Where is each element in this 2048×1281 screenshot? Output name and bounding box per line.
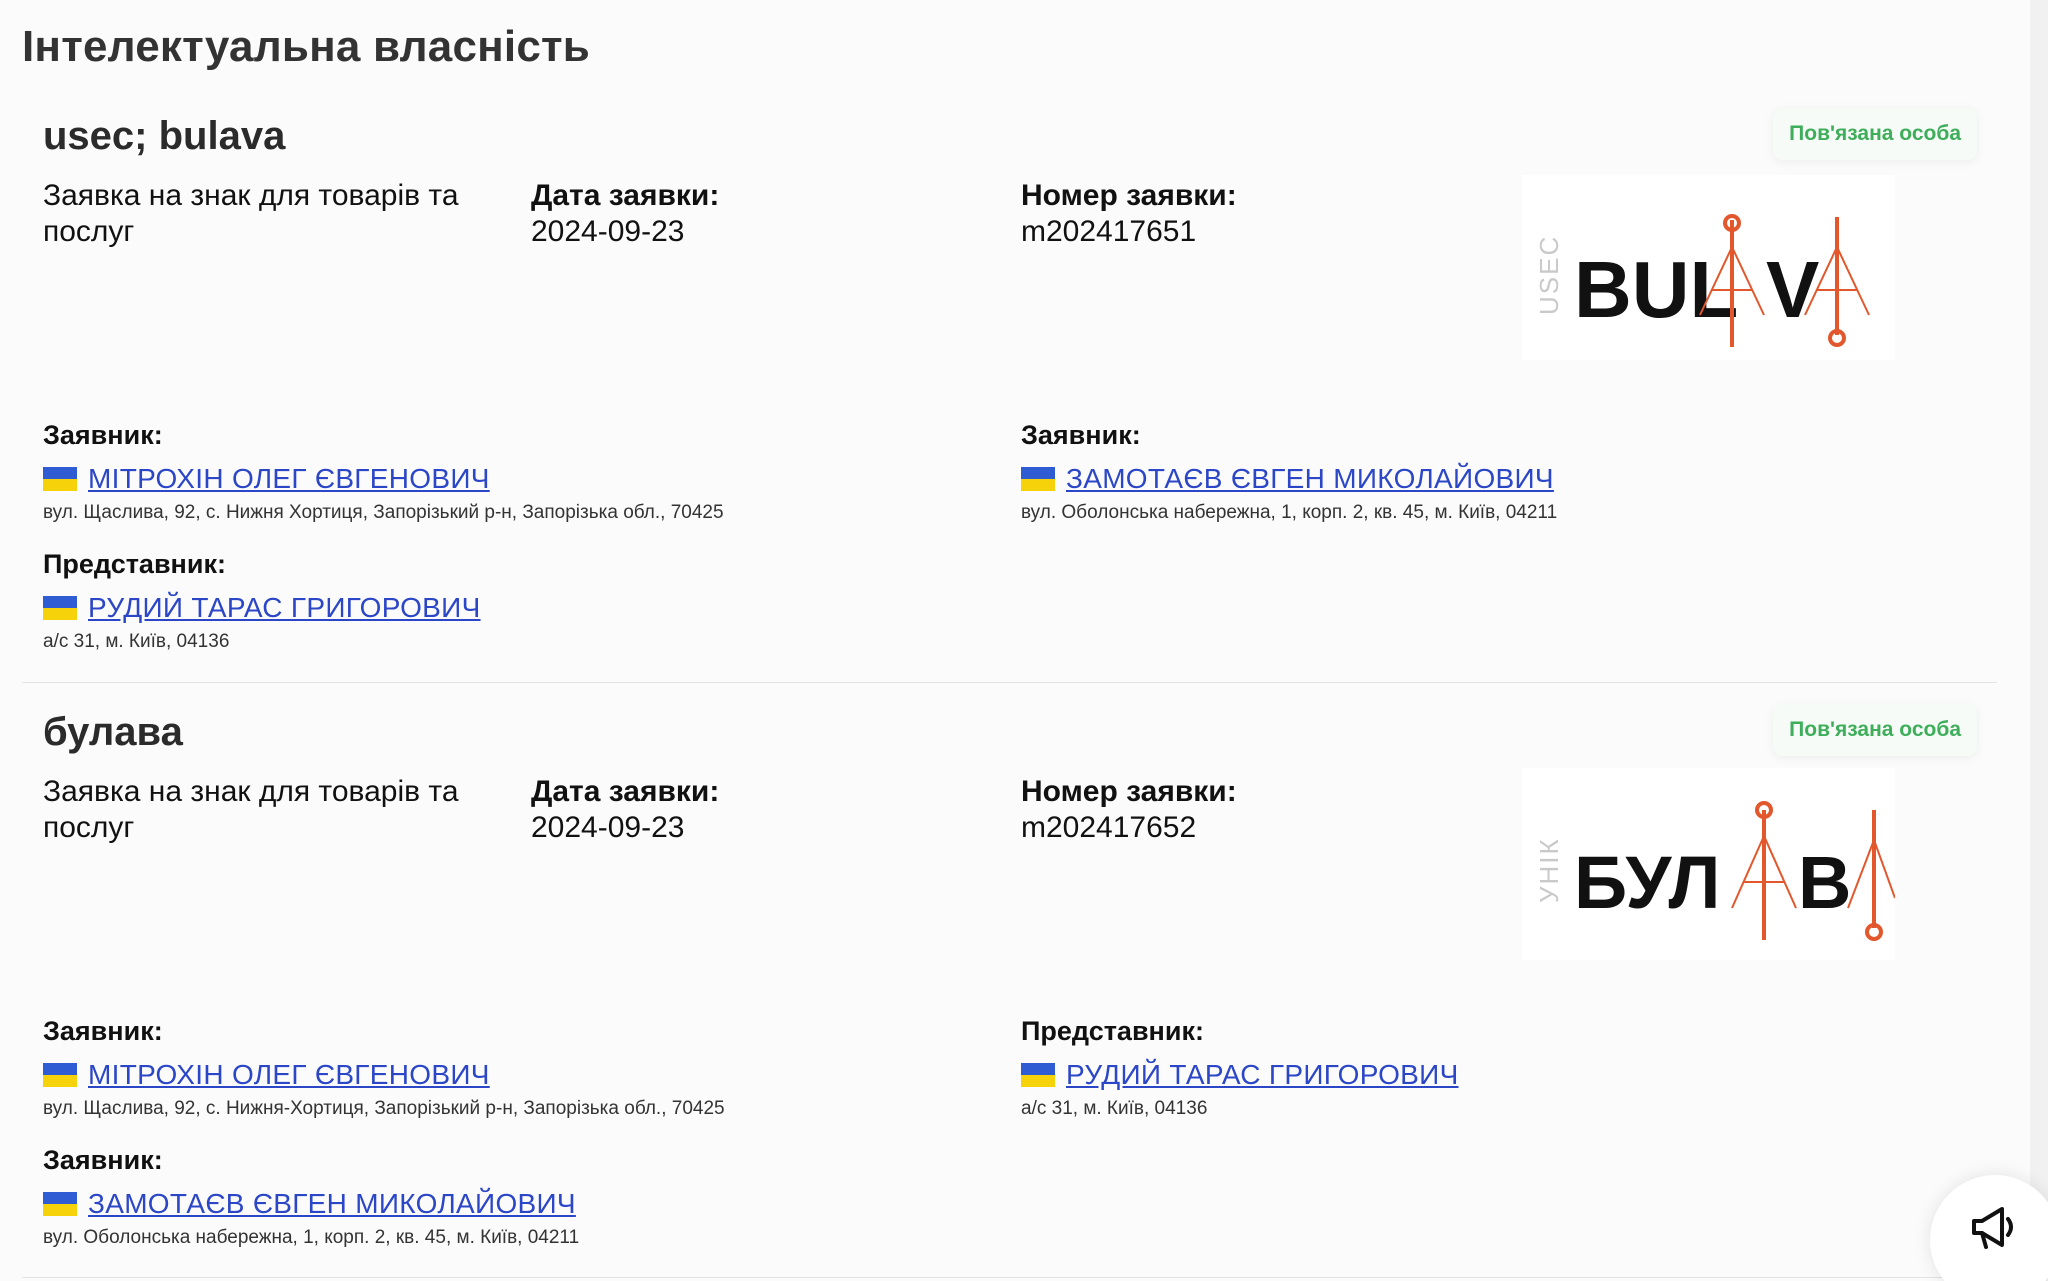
ukraine-flag-icon (1021, 1063, 1055, 1087)
party-address: а/с 31, м. Київ, 04136 (43, 631, 230, 652)
party-role: Представник: (43, 549, 226, 579)
party-name-link[interactable]: ЗАМОТАЄВ ЄВГЕН МИКОЛАЙОВИЧ (88, 1188, 576, 1220)
party-representative: Представник: РУДИЙ ТАРАС ГРИГОРОВИЧ а/с … (1021, 1016, 1459, 1120)
page-title: Інтелектуальна власність (22, 22, 590, 71)
page: Інтелектуальна власність usec; bulava По… (0, 0, 2048, 1281)
party-address: вул. Щаслива, 92, с. Нижня Хортиця, Запо… (43, 502, 724, 523)
record-name: булава (43, 710, 183, 754)
party-name-link[interactable]: РУДИЙ ТАРАС ГРИГОРОВИЧ (88, 592, 481, 624)
party-name-link[interactable]: МІТРОХІН ОЛЕГ ЄВГЕНОВИЧ (88, 1059, 490, 1091)
svg-text:БУЛ: БУЛ (1574, 841, 1720, 924)
number-label: Номер заявки: (1021, 179, 1237, 212)
party-role: Представник: (1021, 1016, 1204, 1046)
ip-record: булава Пов'язана особа Заявка на знак дл… (22, 696, 1997, 1278)
party-role: Заявник: (43, 1145, 163, 1175)
party-address: а/с 31, м. Київ, 04136 (1021, 1098, 1208, 1119)
svg-text:В: В (1798, 841, 1851, 924)
party-role: Заявник: (43, 420, 163, 450)
related-person-badge: Пов'язана особа (1773, 704, 1977, 756)
date-label: Дата заявки: (531, 775, 720, 808)
application-type: Заявка на знак для товарів та послуг (43, 774, 513, 846)
svg-text:УНІК: УНІК (1534, 837, 1564, 903)
trademark-logo: УНІК БУЛ В (1522, 768, 1896, 960)
application-date: Дата заявки: 2024-09-23 (531, 774, 719, 846)
party-applicant: Заявник: МІТРОХІН ОЛЕГ ЄВГЕНОВИЧ вул. Ща… (43, 420, 724, 524)
application-type-value: Заявка на знак для товарів та послуг (43, 179, 459, 248)
application-date: Дата заявки: 2024-09-23 (531, 178, 719, 250)
ip-record: usec; bulava Пов'язана особа Заявка на з… (22, 100, 1997, 683)
party-role: Заявник: (43, 1016, 163, 1046)
application-number: Номер заявки: m202417651 (1021, 178, 1237, 250)
party-name-link[interactable]: РУДИЙ ТАРАС ГРИГОРОВИЧ (1066, 1059, 1459, 1091)
number-value: m202417652 (1021, 811, 1197, 844)
party-role: Заявник: (1021, 420, 1141, 450)
party-name-link[interactable]: МІТРОХІН ОЛЕГ ЄВГЕНОВИЧ (88, 463, 490, 495)
application-type: Заявка на знак для товарів та послуг (43, 178, 513, 250)
ukraine-flag-icon (1021, 467, 1055, 491)
number-value: m202417651 (1021, 215, 1197, 248)
number-label: Номер заявки: (1021, 775, 1237, 808)
record-name: usec; bulava (43, 114, 286, 158)
party-applicant: Заявник: ЗАМОТАЄВ ЄВГЕН МИКОЛАЙОВИЧ вул.… (1021, 420, 1557, 524)
party-name-link[interactable]: ЗАМОТАЄВ ЄВГЕН МИКОЛАЙОВИЧ (1066, 463, 1554, 495)
date-value: 2024-09-23 (531, 215, 685, 248)
svg-text:USEC: USEC (1534, 235, 1564, 315)
scrollbar-track[interactable] (2030, 0, 2048, 1281)
megaphone-icon (1972, 1207, 2013, 1249)
ukraine-flag-icon (43, 1192, 77, 1216)
trademark-logo: USEC BUL V (1522, 175, 1895, 360)
application-type-value: Заявка на знак для товарів та послуг (43, 775, 459, 844)
ukraine-flag-icon (43, 467, 77, 491)
date-label: Дата заявки: (531, 179, 720, 212)
svg-text:V: V (1766, 245, 1819, 334)
date-value: 2024-09-23 (531, 811, 685, 844)
ukraine-flag-icon (43, 596, 77, 620)
party-representative: Представник: РУДИЙ ТАРАС ГРИГОРОВИЧ а/с … (43, 549, 481, 653)
party-address: вул. Щаслива, 92, с. Нижня-Хортиця, Запо… (43, 1098, 725, 1119)
ukraine-flag-icon (43, 1063, 77, 1087)
application-number: Номер заявки: m202417652 (1021, 774, 1237, 846)
party-address: вул. Оболонська набережна, 1, корп. 2, к… (43, 1227, 580, 1248)
related-person-badge: Пов'язана особа (1773, 108, 1977, 160)
party-address: вул. Оболонська набережна, 1, корп. 2, к… (1021, 502, 1558, 523)
party-applicant: Заявник: МІТРОХІН ОЛЕГ ЄВГЕНОВИЧ вул. Ща… (43, 1016, 725, 1120)
party-applicant: Заявник: ЗАМОТАЄВ ЄВГЕН МИКОЛАЙОВИЧ вул.… (43, 1145, 579, 1249)
